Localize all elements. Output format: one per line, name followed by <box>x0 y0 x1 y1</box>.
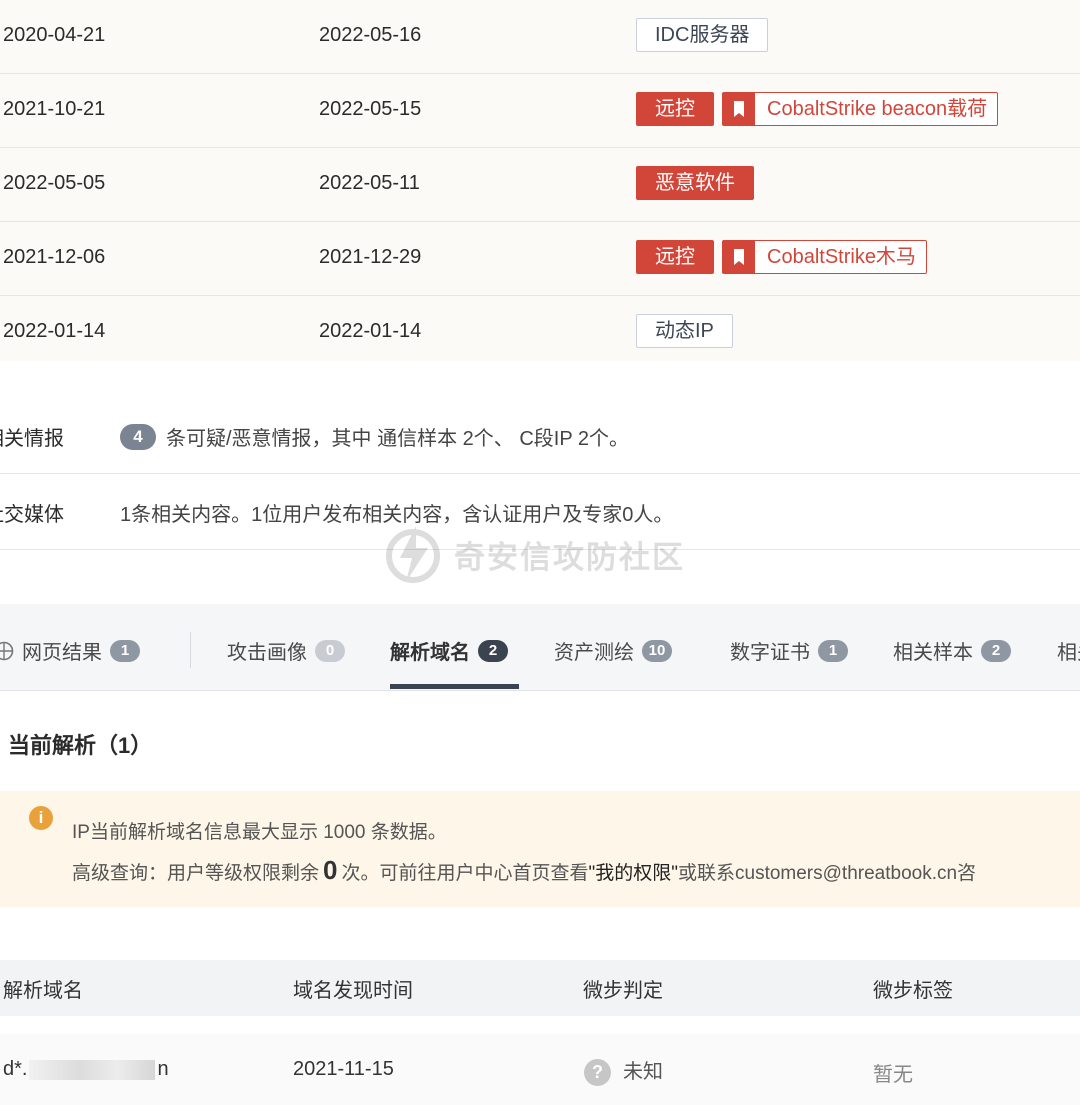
tag-group: 远控 CobaltStrike beacon载荷 <box>636 92 999 126</box>
tag-group: 恶意软件 <box>636 166 754 200</box>
notice-line-2: 高级查询：用户等级权限剩余 0 次。可前往用户中心首页查看 "我的权限" 或联系… <box>72 855 976 886</box>
tag-idc-server[interactable]: IDC服务器 <box>636 18 769 52</box>
section-title: 当前解析（1） <box>8 733 153 758</box>
notice-text-c: 或联系customers@threatbook.cn咨 <box>678 863 977 884</box>
tab-label: 相关样本 <box>893 642 973 664</box>
table-row: 2020-04-21 2022-05-16 IDC服务器 <box>0 0 1080 74</box>
tag-cobaltstrike-beacon[interactable]: CobaltStrike beacon载荷 <box>722 92 999 126</box>
tab-label: 资产测绘 <box>554 642 634 664</box>
active-tab-indicator <box>390 684 519 689</box>
tag-remote-control[interactable]: 远控 <box>636 240 714 274</box>
tag-label: CobaltStrike木马 <box>767 246 916 268</box>
tab-label: 网页结果 <box>22 642 102 664</box>
tab-related-samples[interactable]: 相关样本 2 <box>893 636 1011 665</box>
tab-count: 10 <box>642 639 672 662</box>
col-header-domain: 解析域名 <box>3 980 83 1002</box>
verdict-cell: ? 未知 <box>584 1055 663 1087</box>
tab-label: 相关 <box>1057 642 1080 664</box>
tag-group: IDC服务器 <box>636 18 769 52</box>
tab-divider <box>190 632 191 668</box>
remaining-count: 0 <box>323 855 338 885</box>
col-header-tags: 微步标签 <box>873 980 953 1002</box>
tab-count: 0 <box>315 639 345 662</box>
related-intel-value: 4 条可疑/恶意情报，其中 通信样本 2个、 C段IP 2个。 <box>120 422 629 451</box>
first-seen-date: 2022-05-05 <box>3 172 106 194</box>
last-seen-date: 2022-05-11 <box>319 172 420 194</box>
tag-malware[interactable]: 恶意软件 <box>636 166 754 200</box>
table-row: 2021-10-21 2022-05-15 远控 CobaltStrike be… <box>0 74 1080 148</box>
first-seen-date: 2022-01-14 <box>3 320 106 342</box>
tag-remote-control[interactable]: 远控 <box>636 92 714 126</box>
tab-certificates[interactable]: 数字证书 1 <box>730 636 848 665</box>
tab-label: 数字证书 <box>730 642 810 664</box>
social-media-row: 社交媒体 1条相关内容。1位用户发布相关内容，含认证用户及专家0人。 <box>0 474 1080 550</box>
tab-count: 1 <box>818 639 848 662</box>
bookmark-icon <box>723 93 755 125</box>
first-seen-date: 2021-10-21 <box>3 98 106 120</box>
redacted-mask <box>29 1059 156 1080</box>
tag-cobaltstrike-trojan[interactable]: CobaltStrike木马 <box>722 240 927 274</box>
notice-text-a: 高级查询：用户等级权限剩余 <box>72 863 320 884</box>
result-tabs: 网页结果 1 攻击画像 0 解析域名 2 资产测绘 10 数字证书 1 相关样本… <box>0 604 1080 691</box>
tab-attack-profile[interactable]: 攻击画像 0 <box>227 636 345 665</box>
tab-label: 解析域名 <box>390 642 470 664</box>
tag-label: CobaltStrike beacon载荷 <box>767 98 988 120</box>
info-notice: i IP当前解析域名信息最大显示 1000 条数据。 高级查询：用户等级权限剩余… <box>0 791 1080 907</box>
social-media-text: 1条相关内容。1位用户发布相关内容，含认证用户及专家0人。 <box>120 504 674 526</box>
related-intel-row: 相关情报 4 条可疑/恶意情报，其中 通信样本 2个、 C段IP 2个。 <box>0 398 1080 474</box>
tag-dynamic-ip[interactable]: 动态IP <box>636 314 733 348</box>
verdict-label: 未知 <box>623 1061 663 1083</box>
table-row: 2022-01-14 2022-01-14 动态IP <box>0 296 1080 370</box>
my-permissions-link[interactable]: "我的权限" <box>589 858 679 885</box>
tab-resolved-domains[interactable]: 解析域名 2 <box>390 636 508 665</box>
related-intel-label: 相关情报 <box>0 428 64 450</box>
domain-cell[interactable]: d*. n <box>3 1058 169 1081</box>
last-seen-date: 2022-05-16 <box>319 24 422 46</box>
domain-suffix: n <box>157 1058 169 1080</box>
tab-count: 1 <box>110 639 140 662</box>
intel-count-badge[interactable]: 4 <box>120 423 156 450</box>
col-header-verdict: 微步判定 <box>583 980 663 1002</box>
ip-history-table: 2020-04-21 2022-05-16 IDC服务器 2021-10-21 … <box>0 0 1080 370</box>
tab-count: 2 <box>981 639 1011 662</box>
last-seen-date: 2022-05-15 <box>319 98 422 120</box>
col-header-found-time: 域名发现时间 <box>293 980 413 1002</box>
notice-text-b: 次。可前往用户中心首页查看 <box>341 863 589 884</box>
first-seen-date: 2021-12-06 <box>3 246 106 268</box>
social-media-label: 社交媒体 <box>0 504 64 526</box>
tab-related-more[interactable]: 相关 <box>1057 636 1080 665</box>
tag-group: 远控 CobaltStrike木马 <box>636 240 927 274</box>
table-row: d*. n 2021-11-15 ? 未知 暂无 <box>0 1034 1080 1105</box>
first-seen-date: 2020-04-21 <box>3 24 106 46</box>
spacer <box>0 361 1080 397</box>
tags-cell: 暂无 <box>873 1064 913 1086</box>
related-intel-text: 条可疑/恶意情报，其中 通信样本 2个、 C段IP 2个。 <box>166 428 630 450</box>
tag-group: 动态IP <box>636 314 733 348</box>
found-time-cell: 2021-11-15 <box>293 1058 394 1080</box>
tab-label: 攻击画像 <box>227 642 307 664</box>
notice-line-1: IP当前解析域名信息最大显示 1000 条数据。 <box>72 822 447 843</box>
domain-prefix: d*. <box>3 1058 28 1080</box>
last-seen-date: 2021-12-29 <box>319 246 422 268</box>
last-seen-date: 2022-01-14 <box>319 320 422 342</box>
question-icon: ? <box>584 1059 611 1087</box>
table-row: 2021-12-06 2021-12-29 远控 CobaltStrike木马 <box>0 222 1080 296</box>
info-icon: i <box>29 806 53 830</box>
tab-count: 2 <box>478 639 508 662</box>
bookmark-icon <box>723 241 755 273</box>
globe-icon <box>0 641 14 660</box>
domains-table-header: 解析域名 域名发现时间 微步判定 微步标签 <box>0 960 1080 1016</box>
tab-asset-mapping[interactable]: 资产测绘 10 <box>554 636 672 665</box>
tab-web-results[interactable]: 网页结果 1 <box>0 636 140 665</box>
table-row: 2022-05-05 2022-05-11 恶意软件 <box>0 148 1080 222</box>
